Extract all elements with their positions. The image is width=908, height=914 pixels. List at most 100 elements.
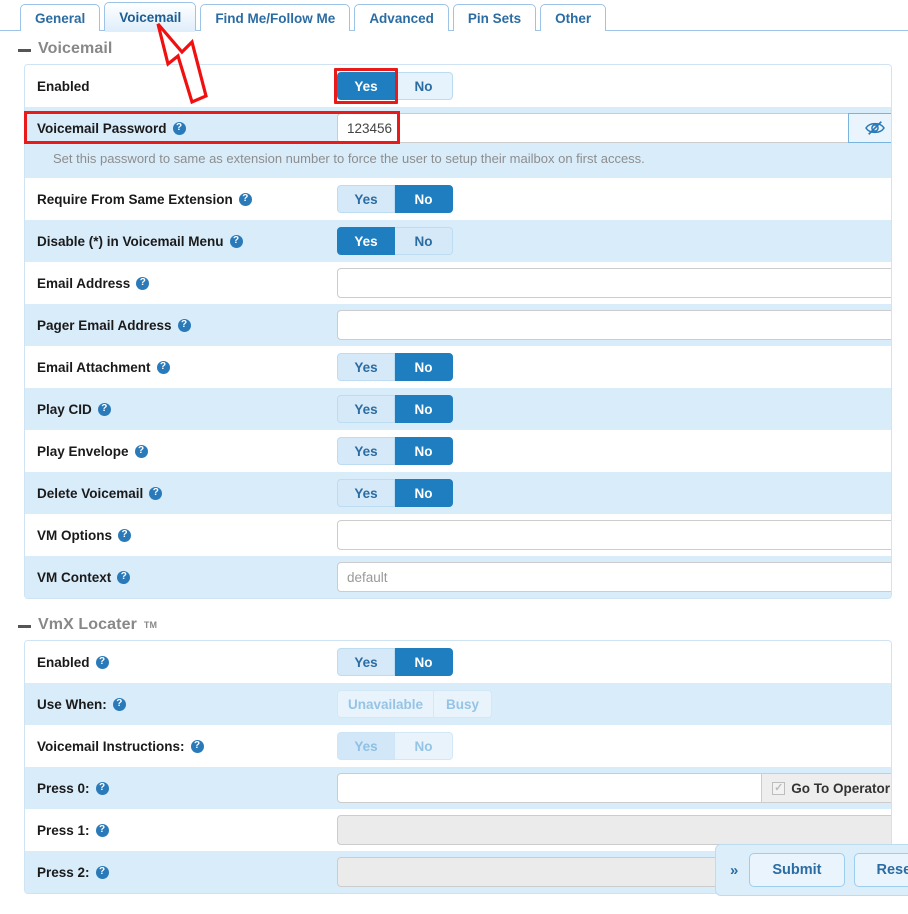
row-disable-star-label: Disable (*) in Voicemail Menu ? <box>37 234 337 249</box>
help-icon-vmx-use-when[interactable]: ? <box>112 697 126 711</box>
help-icon-pager-email-address[interactable]: ? <box>177 318 191 332</box>
row-pager-email-address-label: Pager Email Address ? <box>37 318 337 333</box>
row-vmx-use-when: Use When: ? Unavailable Busy <box>25 683 891 725</box>
voicemail-section-title: Voicemail <box>38 40 113 57</box>
row-play-cid: Play CID ? Yes No <box>25 388 891 430</box>
help-icon-vm-options[interactable]: ? <box>118 528 131 542</box>
help-icon-email-address[interactable]: ? <box>136 276 150 290</box>
disable-star-no-button[interactable]: No <box>395 227 453 255</box>
help-icon-vmx-press2[interactable]: ? <box>95 865 109 879</box>
play-cid-toggle[interactable]: Yes No <box>337 395 453 423</box>
row-vmx-press1-label: Press 1: ? <box>37 823 337 838</box>
row-require-from-same-extension-label: Require From Same Extension ? <box>37 192 337 207</box>
checkbox-icon-go-to-operator[interactable]: ✓ <box>772 781 786 795</box>
pager-email-address-input[interactable] <box>337 310 891 340</box>
row-vm-options: VM Options ? <box>25 514 891 556</box>
email-attachment-yes-button[interactable]: Yes <box>337 353 395 381</box>
disable-star-yes-button[interactable]: Yes <box>337 227 395 255</box>
settings-tab-bar: General Voicemail Find Me/Follow Me Adva… <box>0 0 908 32</box>
expand-chevron-icon[interactable]: » <box>728 862 740 879</box>
go-to-operator-label: Go To Operator <box>791 780 890 796</box>
help-icon-vmx-voicemail-instructions[interactable]: ? <box>190 739 204 753</box>
reset-button[interactable]: Reset <box>853 853 908 887</box>
help-icon-vmx-press1[interactable]: ? <box>95 823 109 837</box>
voicemail-settings-panel: Enabled Yes No Voicemail Password ? 1234… <box>24 64 892 599</box>
vmx-voicemail-instructions-yes-button: Yes <box>337 732 395 760</box>
disable-star-toggle[interactable]: Yes No <box>337 227 453 255</box>
row-vm-context-label: VM Context ? <box>37 570 337 585</box>
voicemail-enabled-toggle[interactable]: Yes No <box>334 68 453 104</box>
help-icon-play-cid[interactable]: ? <box>97 402 111 416</box>
vmx-voicemail-instructions-toggle: Yes No <box>337 732 453 760</box>
vmx-press0-go-to-operator-addon[interactable]: ✓ Go To Operator <box>762 773 891 803</box>
tab-advanced-label: Advanced <box>369 10 434 26</box>
require-from-same-extension-no-button[interactable]: No <box>395 185 453 213</box>
vmx-enabled-toggle[interactable]: Yes No <box>337 648 453 676</box>
vmx-locater-section-header[interactable]: VmX Locater TM <box>0 607 908 640</box>
vmx-press0-input[interactable] <box>337 773 763 803</box>
tab-find-me-follow-me-label: Find Me/Follow Me <box>215 10 336 26</box>
row-email-attachment-label: Email Attachment ? <box>37 360 337 375</box>
tab-voicemail-label: Voicemail <box>119 9 182 25</box>
submit-button[interactable]: Submit <box>749 853 845 887</box>
collapse-minus-icon[interactable] <box>18 48 31 52</box>
row-vm-context: VM Context ? <box>25 556 891 598</box>
row-play-envelope: Play Envelope ? Yes No <box>25 430 891 472</box>
vmx-use-when-unavailable-button: Unavailable <box>337 690 435 718</box>
help-icon-vmx-enabled[interactable]: ? <box>95 655 109 669</box>
require-from-same-extension-toggle[interactable]: Yes No <box>337 185 453 213</box>
play-envelope-no-button[interactable]: No <box>395 437 453 465</box>
help-icon-require-from-same-extension[interactable]: ? <box>238 192 252 206</box>
help-icon-voicemail-password[interactable]: ? <box>172 121 186 135</box>
delete-voicemail-no-button[interactable]: No <box>395 479 453 507</box>
tab-pin-sets[interactable]: Pin Sets <box>452 4 537 31</box>
row-email-attachment: Email Attachment ? Yes No <box>25 346 891 388</box>
email-address-input[interactable] <box>337 268 891 298</box>
row-vmx-use-when-label: Use When: ? <box>37 697 337 712</box>
help-icon-email-attachment[interactable]: ? <box>156 360 170 374</box>
row-vmx-press2-label: Press 2: ? <box>37 865 337 880</box>
row-voicemail-password: Voicemail Password ? <box>25 107 891 149</box>
help-icon-vm-context[interactable]: ? <box>117 570 131 584</box>
play-cid-yes-button[interactable]: Yes <box>337 395 395 423</box>
tab-general-label: General <box>35 10 86 26</box>
row-disable-star-in-voicemail-menu: Disable (*) in Voicemail Menu ? Yes No <box>25 220 891 262</box>
row-vmx-press0: Press 0: ? ✓ Go To Operator <box>25 767 891 809</box>
voicemail-password-input[interactable] <box>337 113 849 143</box>
row-delete-voicemail: Delete Voicemail ? Yes No <box>25 472 891 514</box>
voicemail-enabled-no-button[interactable]: No <box>395 72 453 100</box>
row-vmx-voicemail-instructions-label: Voicemail Instructions: ? <box>37 739 337 754</box>
require-from-same-extension-yes-button[interactable]: Yes <box>337 185 395 213</box>
row-play-cid-label: Play CID ? <box>37 402 337 417</box>
eye-slash-icon-button[interactable] <box>848 113 891 143</box>
vmx-enabled-no-button[interactable]: No <box>395 648 453 676</box>
email-attachment-no-button[interactable]: No <box>395 353 453 381</box>
tab-advanced[interactable]: Advanced <box>354 4 449 31</box>
help-icon-play-envelope[interactable]: ? <box>134 444 148 458</box>
play-cid-no-button[interactable]: No <box>395 395 453 423</box>
row-voicemail-enabled: Enabled Yes No <box>25 65 891 107</box>
tab-find-me-follow-me[interactable]: Find Me/Follow Me <box>200 4 351 31</box>
tab-other[interactable]: Other <box>540 4 607 31</box>
delete-voicemail-yes-button[interactable]: Yes <box>337 479 395 507</box>
tab-voicemail[interactable]: Voicemail <box>104 2 197 32</box>
help-icon-disable-star[interactable]: ? <box>229 234 243 248</box>
vmx-use-when-busy-button: Busy <box>434 690 493 718</box>
email-attachment-toggle[interactable]: Yes No <box>337 353 453 381</box>
row-email-address-label: Email Address ? <box>37 276 337 291</box>
voicemail-enabled-yes-button[interactable]: Yes <box>334 68 398 104</box>
play-envelope-yes-button[interactable]: Yes <box>337 437 395 465</box>
vm-options-input[interactable] <box>337 520 891 550</box>
collapse-minus-icon-vmx[interactable] <box>18 624 31 628</box>
tab-general[interactable]: General <box>20 4 101 31</box>
help-icon-delete-voicemail[interactable]: ? <box>149 486 163 500</box>
vmx-press1-input <box>337 815 891 845</box>
tab-list: General Voicemail Find Me/Follow Me Adva… <box>20 0 908 32</box>
vmx-enabled-yes-button[interactable]: Yes <box>337 648 395 676</box>
vm-context-input[interactable] <box>337 562 891 592</box>
voicemail-section-header[interactable]: Voicemail <box>0 31 908 64</box>
help-icon-vmx-press0[interactable]: ? <box>95 781 109 795</box>
delete-voicemail-toggle[interactable]: Yes No <box>337 479 453 507</box>
eye-slash-icon <box>864 121 885 135</box>
play-envelope-toggle[interactable]: Yes No <box>337 437 453 465</box>
